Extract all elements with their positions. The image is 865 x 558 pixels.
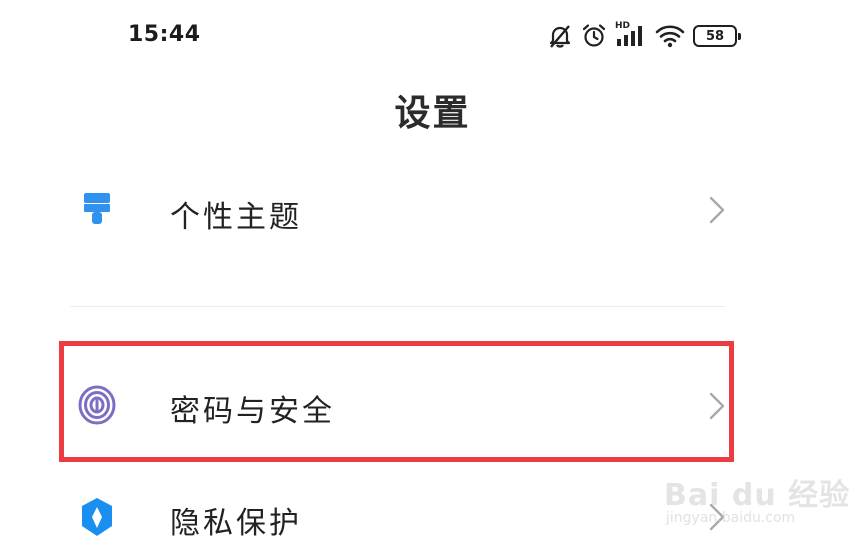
battery-level: 58 (705, 28, 725, 44)
battery-icon: 58 (693, 25, 741, 47)
chevron-right-icon (709, 196, 725, 224)
alarm-icon (581, 23, 607, 49)
watermark-sub: jingyan.baidu.com (666, 510, 796, 526)
mute-bell-icon (547, 23, 573, 49)
status-bar: 15:44 HD 58 (0, 0, 865, 72)
watermark-main: Bai du 经验 (664, 478, 851, 513)
wifi-icon (655, 23, 685, 49)
signal-icon: HD (615, 21, 647, 50)
settings-item-theme[interactable]: 个性主题 (0, 170, 865, 250)
status-time: 15:44 (128, 22, 201, 47)
divider (70, 306, 725, 307)
settings-item-label: 个性主题 (170, 200, 302, 235)
highlight-annotation (59, 341, 734, 462)
page-title: 设置 (394, 93, 471, 134)
paint-brush-icon (76, 190, 118, 232)
privacy-shield-icon (76, 496, 118, 538)
status-icons: HD 58 (547, 18, 741, 54)
baidu-jingyan-watermark: Bai du 经验 jingyan.baidu.com (664, 470, 854, 540)
settings-item-label: 隐私保护 (170, 506, 302, 541)
